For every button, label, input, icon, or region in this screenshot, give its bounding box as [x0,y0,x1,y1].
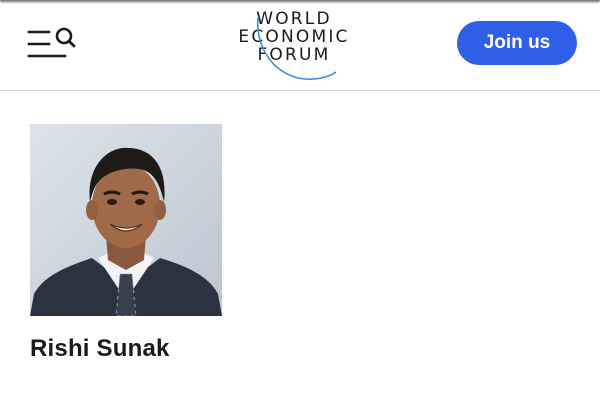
menu-search-button[interactable] [27,26,79,62]
site-header: WORLD ECONOMIC FORUM Join us [0,0,600,91]
menu-search-icon [27,27,76,58]
person-name[interactable]: Rishi Sunak [30,335,170,363]
portrait-photo [30,124,222,316]
profile-photo[interactable] [30,124,222,316]
join-us-button[interactable]: Join us [457,21,577,65]
wef-logo[interactable]: WORLD ECONOMIC FORUM [228,8,360,84]
logo-line-economic: ECONOMIC [238,27,350,47]
logo-line-world: WORLD [256,9,332,29]
logo-line-forum: FORUM [257,45,331,65]
